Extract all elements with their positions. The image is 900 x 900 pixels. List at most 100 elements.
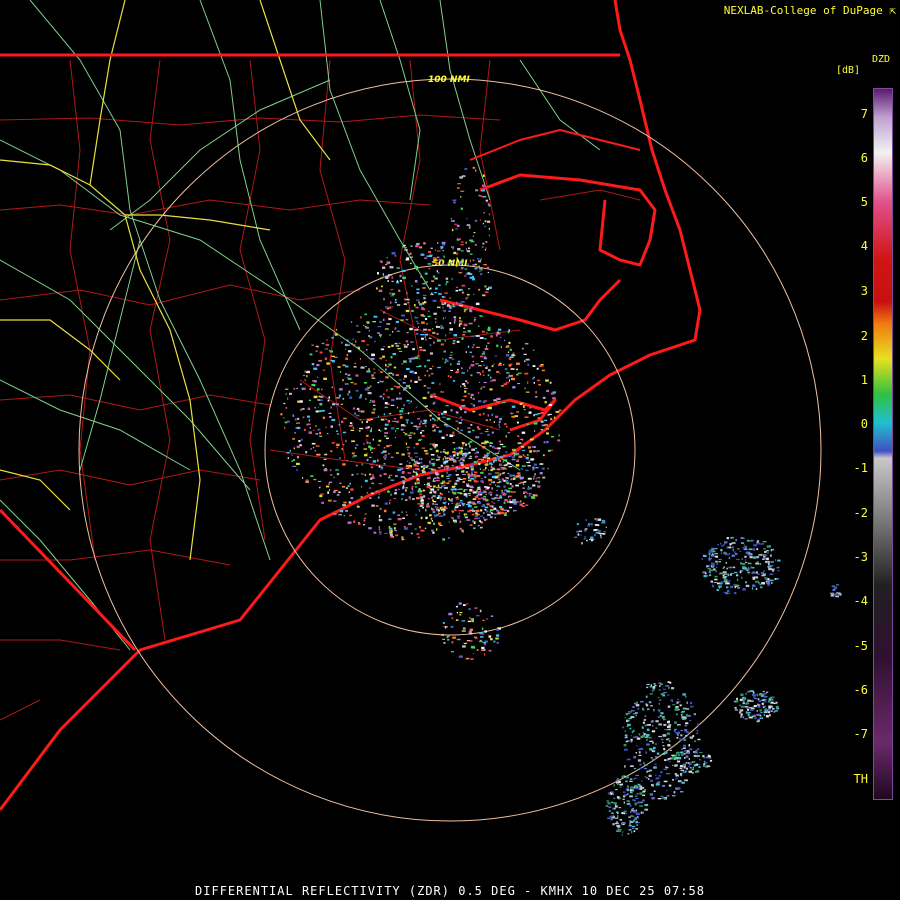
radar-return-pixel (433, 312, 437, 315)
radar-return-pixel (634, 777, 638, 779)
radar-return-pixel (457, 368, 459, 371)
radar-return-pixel (402, 482, 405, 485)
radar-return-pixel (455, 228, 458, 230)
radar-return-pixel (456, 515, 461, 517)
radar-return-pixel (467, 427, 471, 429)
radar-return-pixel (667, 705, 671, 708)
radar-return-pixel (532, 466, 535, 469)
legend-tick-label: 4 (860, 239, 868, 253)
radar-return-pixel (462, 466, 466, 468)
radar-return-pixel (445, 277, 449, 280)
radar-return-pixel (364, 513, 367, 515)
radar-return-pixel (467, 272, 471, 275)
radar-return-pixel (524, 372, 529, 375)
radar-return-pixel (523, 491, 527, 493)
radar-return-pixel (666, 773, 670, 775)
radar-return-pixel (469, 616, 471, 620)
radar-return-pixel (443, 449, 446, 451)
radar-return-pixel (488, 478, 493, 482)
radar-return-pixel (361, 463, 363, 466)
radar-return-pixel (487, 513, 491, 516)
radar-return-pixel (391, 252, 396, 255)
radar-return-pixel (744, 561, 748, 563)
radar-return-pixel (415, 467, 418, 470)
radar-return-pixel (424, 421, 427, 424)
radar-return-pixel (294, 432, 296, 434)
radar-return-pixel (632, 811, 637, 813)
radar-return-pixel (432, 501, 437, 503)
radar-return-pixel (315, 350, 318, 353)
radar-return-pixel (663, 691, 667, 694)
radar-return-pixel (441, 241, 446, 245)
radar-return-pixel (757, 703, 759, 706)
radar-return-pixel (509, 506, 513, 509)
radar-return-pixel (628, 717, 632, 720)
radar-return-pixel (689, 762, 691, 765)
radar-return-pixel (350, 488, 354, 491)
radar-return-pixel (394, 301, 397, 304)
radar-return-pixel (319, 494, 323, 498)
radar-return-pixel (392, 353, 397, 356)
radar-return-pixel (460, 177, 463, 179)
radar-return-pixel (377, 272, 379, 275)
radar-return-pixel (830, 592, 834, 594)
radar-return-pixel (472, 474, 477, 477)
radar-return-pixel (504, 368, 508, 371)
radar-return-pixel (483, 357, 488, 360)
radar-return-pixel (625, 776, 629, 779)
radar-return-pixel (421, 496, 423, 498)
radar-return-pixel (498, 459, 500, 462)
radar-return-pixel (732, 548, 734, 552)
radar-return-pixel (488, 469, 490, 471)
radar-return-pixel (328, 499, 332, 502)
radar-return-pixel (486, 365, 488, 367)
radar-return-pixel (483, 264, 487, 266)
radar-return-pixel (321, 501, 324, 504)
radar-return-pixel (530, 458, 534, 461)
radar-return-pixel (643, 767, 648, 770)
radar-return-pixel (353, 383, 357, 385)
radar-return-pixel (389, 334, 391, 336)
radar-return-pixel (433, 401, 436, 404)
radar-return-pixel (368, 456, 372, 458)
radar-return-pixel (438, 258, 442, 261)
radar-return-pixel (476, 459, 479, 463)
radar-return-pixel (454, 509, 457, 512)
radar-return-pixel (458, 602, 462, 605)
radar-return-pixel (648, 769, 651, 771)
radar-return-pixel (424, 527, 427, 530)
radar-return-pixel (685, 755, 689, 758)
radar-return-pixel (697, 748, 700, 751)
radar-return-pixel (437, 366, 441, 369)
radar-return-pixel (503, 509, 507, 511)
radar-return-pixel (650, 721, 654, 723)
radar-return-pixel (399, 274, 402, 278)
radar-return-pixel (352, 407, 356, 410)
radar-return-pixel (373, 315, 378, 318)
legend-tick-label: 0 (860, 417, 868, 431)
legend-tick-label: TH (853, 772, 868, 786)
radar-return-pixel (470, 403, 473, 405)
radar-return-pixel (424, 318, 428, 320)
radar-return-pixel (695, 749, 697, 751)
radar-return-pixel (482, 174, 485, 177)
radar-return-pixel (679, 767, 683, 769)
radar-return-pixel (330, 425, 333, 428)
radar-return-pixel (354, 412, 356, 415)
radar-return-pixel (431, 496, 433, 499)
radar-return-pixel (718, 561, 722, 563)
radar-return-pixel (484, 476, 487, 479)
radar-return-pixel (491, 379, 496, 382)
radar-return-pixel (499, 505, 503, 509)
radar-return-pixel (616, 830, 620, 832)
radar-return-pixel (419, 422, 421, 426)
radar-return-pixel (514, 453, 519, 456)
radar-return-pixel (639, 805, 643, 807)
radar-return-pixel (321, 342, 325, 345)
radar-return-pixel (697, 755, 700, 757)
radar-return-pixel (762, 541, 767, 543)
radar-return-pixel (293, 459, 296, 461)
radar-return-pixel (420, 458, 423, 461)
radar-return-pixel (767, 700, 770, 703)
radar-return-pixel (427, 477, 429, 479)
